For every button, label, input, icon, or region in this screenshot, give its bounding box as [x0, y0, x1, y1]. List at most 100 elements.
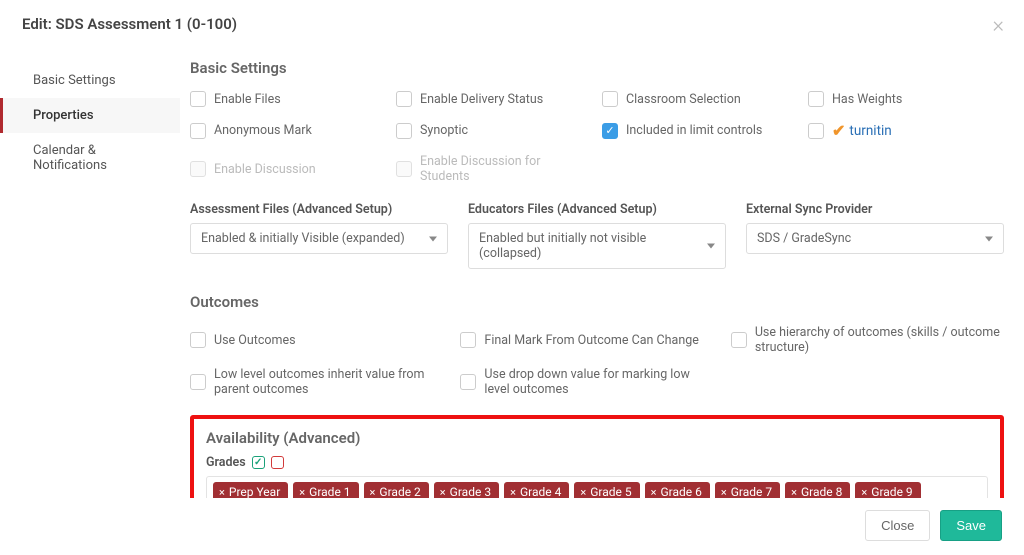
checkbox-icon: [190, 123, 206, 139]
tag-remove-icon[interactable]: ×: [580, 486, 586, 499]
tag-remove-icon[interactable]: ×: [299, 486, 305, 499]
turnitin-text: turnitin: [849, 123, 891, 139]
outcomes-title: Outcomes: [190, 293, 1004, 311]
sidebar-item-properties[interactable]: Properties: [0, 98, 180, 133]
enable-delivery-status-checkbox[interactable]: Enable Delivery Status: [396, 91, 592, 107]
checkbox-label: Use hierarchy of outcomes (skills / outc…: [755, 325, 1004, 355]
grade-tag[interactable]: × Grade 2: [364, 482, 429, 498]
checkbox-icon: [602, 91, 618, 107]
synoptic-checkbox[interactable]: Synoptic: [396, 121, 592, 140]
checkbox-label: Low level outcomes inherit value from pa…: [214, 367, 440, 397]
basic-settings-grid: Enable Files Enable Delivery Status Clas…: [190, 91, 1004, 184]
assessment-files-group: Assessment Files (Advanced Setup) Enable…: [190, 202, 448, 269]
sidebar-item-calendar-notifications[interactable]: Calendar & Notifications: [0, 133, 180, 183]
checkbox-label: Included in limit controls: [626, 123, 762, 138]
advanced-selects-row: Assessment Files (Advanced Setup) Enable…: [190, 202, 1004, 269]
checkbox-icon: [731, 332, 747, 348]
dropdown-value-checkbox[interactable]: Use drop down value for marking low leve…: [460, 367, 710, 397]
checkbox-icon: ✓: [602, 123, 618, 139]
grade-tag[interactable]: × Grade 9: [855, 482, 920, 498]
grade-tag[interactable]: × Grade 6: [645, 482, 710, 498]
educators-files-select[interactable]: Enabled but initially not visible (colla…: [468, 223, 726, 269]
grades-tags-input[interactable]: × Prep Year × Grade 1 × Grade 2 × Grade 3 × …: [206, 476, 988, 498]
outcomes-grid: Use Outcomes Final Mark From Outcome Can…: [190, 325, 1004, 397]
educators-files-group: Educators Files (Advanced Setup) Enabled…: [468, 202, 726, 269]
field-label: Assessment Files (Advanced Setup): [190, 202, 448, 217]
checkbox-icon: [396, 91, 412, 107]
select-all-icon[interactable]: ✓: [252, 456, 265, 469]
checkbox-label: Enable Discussion: [214, 162, 316, 177]
checkbox-label: Classroom Selection: [626, 92, 741, 107]
checkbox-label: Synoptic: [420, 123, 468, 138]
included-limit-controls-checkbox[interactable]: ✓ Included in limit controls: [602, 121, 798, 140]
tag-remove-icon[interactable]: ×: [510, 486, 516, 499]
tag-remove-icon[interactable]: ×: [370, 486, 376, 499]
field-label: External Sync Provider: [746, 202, 1004, 217]
grade-tag[interactable]: × Grade 4: [504, 482, 569, 498]
checkbox-label: Anonymous Mark: [214, 123, 312, 138]
clear-all-icon[interactable]: [271, 456, 284, 469]
inherit-checkbox[interactable]: Low level outcomes inherit value from pa…: [190, 367, 440, 397]
turnitin-swirl-icon: ✔: [832, 121, 845, 140]
grades-label: Grades: [206, 455, 246, 470]
has-weights-checkbox[interactable]: Has Weights: [808, 91, 1004, 107]
anonymous-mark-checkbox[interactable]: Anonymous Mark: [190, 121, 386, 140]
enable-files-checkbox[interactable]: Enable Files: [190, 91, 386, 107]
checkbox-label: Enable Discussion for Students: [420, 154, 592, 184]
checkbox-icon: [190, 161, 206, 177]
checkbox-label: Enable Files: [214, 92, 281, 107]
tag-remove-icon[interactable]: ×: [651, 486, 657, 499]
checkbox-icon: [190, 332, 206, 348]
checkbox-icon: [190, 91, 206, 107]
tag-remove-icon[interactable]: ×: [861, 486, 867, 499]
sidebar-item-basic-settings[interactable]: Basic Settings: [0, 63, 180, 98]
checkbox-icon: [190, 374, 206, 390]
external-sync-select[interactable]: SDS / GradeSync: [746, 223, 1004, 254]
checkbox-label: Use Outcomes: [214, 333, 296, 348]
modal-body: Basic Settings Properties Calendar & Not…: [0, 49, 1024, 498]
tag-remove-icon[interactable]: ×: [721, 486, 727, 499]
tag-remove-icon[interactable]: ×: [791, 486, 797, 499]
grades-label-row: Grades ✓: [206, 455, 988, 470]
tag-remove-icon[interactable]: ×: [219, 486, 225, 499]
assessment-files-select[interactable]: Enabled & initially Visible (expanded): [190, 223, 448, 254]
grade-tag[interactable]: × Grade 7: [715, 482, 780, 498]
grade-tag[interactable]: × Grade 1: [293, 482, 358, 498]
final-mark-checkbox[interactable]: Final Mark From Outcome Can Change: [460, 325, 710, 355]
save-button[interactable]: Save: [940, 510, 1002, 541]
modal-title: Edit: SDS Assessment 1 (0-100): [22, 15, 237, 33]
close-icon[interactable]: ×: [992, 15, 1004, 37]
grade-tag[interactable]: × Prep Year: [213, 482, 288, 498]
checkbox-icon: [396, 161, 412, 177]
checkbox-label: Use drop down value for marking low leve…: [484, 367, 710, 397]
checkbox-icon: [396, 123, 412, 139]
enable-discussion-students-checkbox: Enable Discussion for Students: [396, 154, 592, 184]
checkbox-icon: [460, 374, 476, 390]
grade-tag[interactable]: × Grade 5: [574, 482, 639, 498]
turnitin-logo: ✔ turnitin: [832, 121, 892, 140]
hierarchy-checkbox[interactable]: Use hierarchy of outcomes (skills / outc…: [731, 325, 1004, 355]
modal-header: Edit: SDS Assessment 1 (0-100) ×: [0, 0, 1024, 49]
classroom-selection-checkbox[interactable]: Classroom Selection: [602, 91, 798, 107]
sidebar: Basic Settings Properties Calendar & Not…: [0, 49, 180, 498]
checkbox-icon: [808, 91, 824, 107]
modal-footer: Close Save: [0, 498, 1024, 555]
turnitin-checkbox[interactable]: ✔ turnitin: [808, 121, 1004, 140]
availability-section: Availability (Advanced) Grades ✓ × Prep …: [190, 415, 1004, 498]
edit-modal: Edit: SDS Assessment 1 (0-100) × Basic S…: [0, 0, 1024, 555]
use-outcomes-checkbox[interactable]: Use Outcomes: [190, 325, 440, 355]
close-button[interactable]: Close: [865, 510, 930, 541]
checkbox-label: Enable Delivery Status: [420, 92, 543, 107]
main-panel: Basic Settings Enable Files Enable Deliv…: [180, 49, 1004, 498]
grade-tag[interactable]: × Grade 8: [785, 482, 850, 498]
basic-settings-title: Basic Settings: [190, 59, 1004, 77]
grade-tag[interactable]: × Grade 3: [434, 482, 499, 498]
checkbox-label: Final Mark From Outcome Can Change: [484, 333, 698, 348]
tag-remove-icon[interactable]: ×: [440, 486, 446, 499]
field-label: Educators Files (Advanced Setup): [468, 202, 726, 217]
external-sync-group: External Sync Provider SDS / GradeSync: [746, 202, 1004, 269]
checkbox-icon: [460, 332, 476, 348]
checkbox-icon: [808, 123, 824, 139]
enable-discussion-checkbox: Enable Discussion: [190, 154, 386, 184]
checkbox-label: Has Weights: [832, 92, 902, 107]
